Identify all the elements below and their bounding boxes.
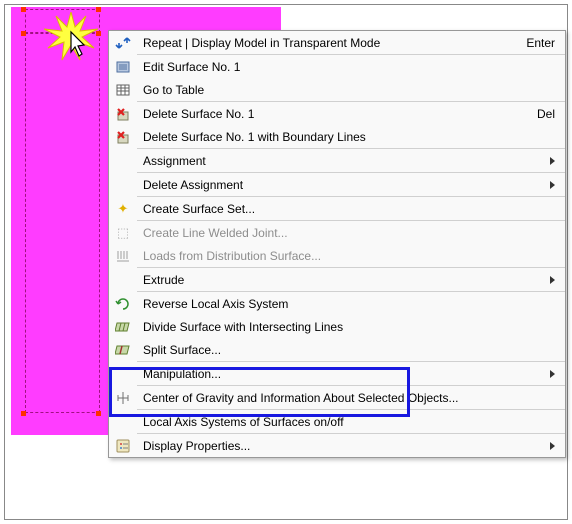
menu-label: Display Properties... [137,439,565,453]
reverse-icon [109,292,137,315]
menu-item-edit-surface[interactable]: Edit Surface No. 1 [109,55,565,78]
split-icon [109,338,137,361]
menu-label: Loads from Distribution Surface... [137,249,565,263]
menu-item-local-axis[interactable]: Local Axis Systems of Surfaces on/off [109,410,565,433]
menu-item-split-surface[interactable]: Split Surface... [109,338,565,361]
repeat-icon [109,31,137,54]
sparkle-icon: ✦ [109,197,137,220]
menu-item-loads-dist: Loads from Distribution Surface... [109,244,565,267]
menu-item-assignment[interactable]: Assignment [109,149,565,172]
menu-label: Create Line Welded Joint... [137,226,565,240]
menu-item-delete-boundary[interactable]: Delete Surface No. 1 with Boundary Lines [109,125,565,148]
menu-item-go-to-table[interactable]: Go to Table [109,78,565,101]
menu-item-extrude[interactable]: Extrude [109,268,565,291]
divide-icon [109,315,137,338]
table-icon [109,78,137,101]
submenu-arrow-icon [550,370,555,378]
delete-boundary-icon [109,125,137,148]
menu-shortcut: Del [537,107,565,121]
menu-label: Split Surface... [137,343,565,357]
node[interactable] [96,411,101,416]
menu-item-delete-surface[interactable]: Delete Surface No. 1 Del [109,102,565,125]
node[interactable] [96,31,101,36]
weld-icon: ⬚ [109,221,137,244]
menu-item-reverse-axis[interactable]: Reverse Local Axis System [109,292,565,315]
menu-label: Assignment [137,154,565,168]
menu-label: Divide Surface with Intersecting Lines [137,320,565,334]
menu-item-create-set[interactable]: ✦ Create Surface Set... [109,197,565,220]
menu-shortcut: Enter [526,36,565,50]
menu-label: Center of Gravity and Information About … [137,391,565,405]
menu-label: Manipulation... [137,367,565,381]
menu-item-welded-joint: ⬚ Create Line Welded Joint... [109,221,565,244]
node[interactable] [21,31,26,36]
menu-item-delete-assignment[interactable]: Delete Assignment [109,173,565,196]
menu-label: Extrude [137,273,565,287]
selection-top [25,9,100,33]
menu-label: Edit Surface No. 1 [137,60,565,74]
menu-item-manipulation[interactable]: Manipulation... [109,362,565,385]
menu-label: Delete Surface No. 1 with Boundary Lines [137,130,565,144]
submenu-arrow-icon [550,276,555,284]
menu-label: Create Surface Set... [137,202,565,216]
submenu-arrow-icon [550,157,555,165]
delete-icon [109,102,137,125]
menu-label: Go to Table [137,83,565,97]
menu-label: Local Axis Systems of Surfaces on/off [137,415,565,429]
submenu-arrow-icon [550,442,555,450]
loads-icon [109,244,137,267]
properties-icon [109,434,137,457]
menu-item-divide-surface[interactable]: Divide Surface with Intersecting Lines [109,315,565,338]
menu-label: Delete Assignment [137,178,565,192]
node[interactable] [21,7,26,12]
node[interactable] [96,7,101,12]
menu-item-display-props[interactable]: Display Properties... [109,434,565,457]
submenu-arrow-icon [550,181,555,189]
menu-label: Reverse Local Axis System [137,297,565,311]
node[interactable] [21,411,26,416]
selection-main [25,33,100,413]
edit-surface-icon [109,55,137,78]
context-menu: Repeat | Display Model in Transparent Mo… [108,30,566,458]
menu-label: Delete Surface No. 1 [137,107,537,121]
menu-item-center-gravity[interactable]: Center of Gravity and Information About … [109,386,565,409]
scale-icon [109,386,137,409]
menu-label: Repeat | Display Model in Transparent Mo… [137,36,526,50]
menu-item-repeat[interactable]: Repeat | Display Model in Transparent Mo… [109,31,565,54]
